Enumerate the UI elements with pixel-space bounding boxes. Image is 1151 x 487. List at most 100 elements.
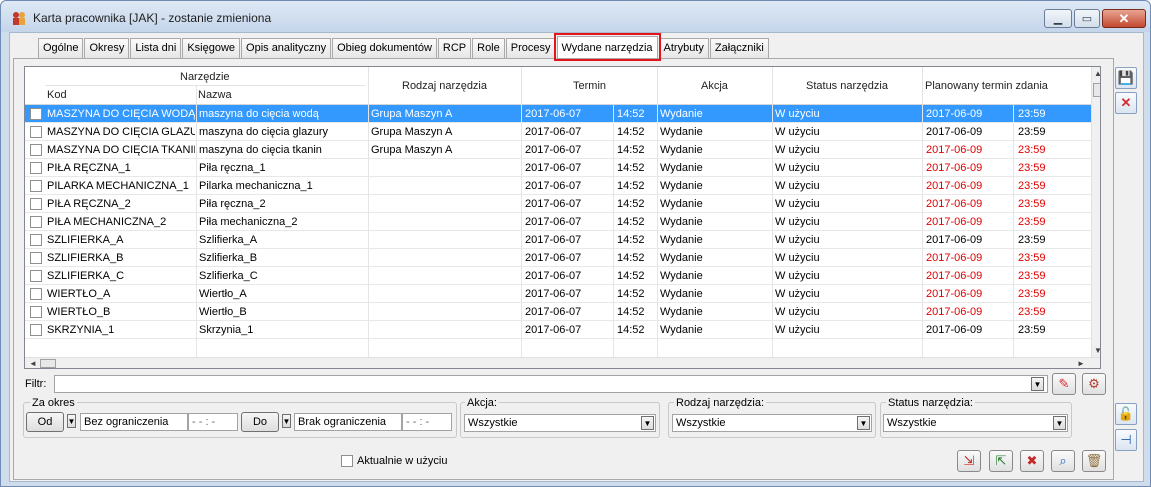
table-row[interactable]: PIŁA MECHANICZNA_2 Piła mechaniczna_2 2017… <box>25 213 1091 231</box>
action-select[interactable]: Wszystkie <box>464 414 656 432</box>
tab-lista-dni[interactable]: Lista dni <box>130 38 182 58</box>
column-header-kod[interactable]: Kod <box>47 89 67 101</box>
filter-settings-button[interactable]: ⚙ <box>1082 373 1106 395</box>
close-icon: ✕ <box>1118 10 1130 26</box>
horizontal-scrollbar[interactable]: ◄ ► <box>25 357 1100 368</box>
cell-akcja: Wydanie <box>660 306 703 318</box>
close-button[interactable]: ✕ <box>1102 9 1146 28</box>
table-row[interactable]: SZLIFIERKA_A Szlifierka_A 2017-06-07 14:52 W… <box>25 231 1091 249</box>
row-checkbox[interactable] <box>30 198 42 210</box>
row-checkbox[interactable] <box>30 216 42 228</box>
currently-in-use-checkbox[interactable] <box>341 455 353 467</box>
cell-nazwa: Szlifierka_A <box>199 234 258 246</box>
tab-załączniki[interactable]: Załączniki <box>709 38 769 58</box>
tab-role[interactable]: Role <box>472 38 505 58</box>
filter-input[interactable] <box>54 375 1048 393</box>
issue-tool-button[interactable]: ⇱ <box>989 450 1013 472</box>
row-checkbox[interactable] <box>30 234 42 246</box>
from-date-input[interactable]: Bez ograniczenia <box>80 413 188 431</box>
minimize-icon: ▁ <box>1053 13 1063 25</box>
table-row[interactable]: SZLIFIERKA_C Szlifierka_C 2017-06-07 14:52 W… <box>25 267 1091 285</box>
delete-entry-button[interactable]: ✖ <box>1020 450 1044 472</box>
maximize-button[interactable]: ▭ <box>1074 9 1100 28</box>
cancel-button[interactable]: ✕ <box>1115 92 1137 114</box>
scroll-left-icon[interactable]: ◄ <box>29 359 37 368</box>
to-time-input[interactable]: - - : - <box>402 413 452 431</box>
row-checkbox[interactable] <box>30 324 42 336</box>
cell-status: W użyciu <box>775 180 820 192</box>
preview-button[interactable]: ⌕ <box>1051 450 1075 472</box>
save-button[interactable]: 💾 <box>1115 67 1137 89</box>
scroll-up-icon[interactable]: ▲ <box>1094 69 1100 78</box>
table-row[interactable]: WIERTŁO_B Wiertło_B 2017-06-07 14:52 Wydanie… <box>25 303 1091 321</box>
row-checkbox[interactable] <box>30 288 42 300</box>
row-checkbox[interactable] <box>30 306 42 318</box>
tab-procesy[interactable]: Procesy <box>505 38 556 58</box>
cell-plan-godz: 23:59 <box>1018 324 1046 336</box>
tab-obieg-dokumentów[interactable]: Obieg dokumentów <box>332 38 437 58</box>
tab-ogólne[interactable]: Ogólne <box>38 38 84 58</box>
to-button[interactable]: Do <box>241 412 279 432</box>
tab-wydane-narzędzia[interactable]: Wydane narzędzia <box>553 33 661 61</box>
row-checkbox[interactable] <box>30 108 42 120</box>
tab-księgowe[interactable]: Księgowe <box>182 38 241 58</box>
title-bar[interactable]: Karta pracownika [JAK] - zostanie zmieni… <box>1 1 1150 32</box>
column-header-nazwa[interactable]: Nazwa <box>198 89 232 101</box>
to-mode-dropdown[interactable]: ▼ <box>282 414 291 428</box>
row-checkbox[interactable] <box>30 126 42 138</box>
tab-opis-analityczny[interactable]: Opis analityczny <box>241 38 332 58</box>
from-time-input[interactable]: - - : - <box>188 413 238 431</box>
from-button[interactable]: Od <box>26 412 64 432</box>
tool-status-select[interactable]: Wszystkie <box>883 414 1068 432</box>
trash-button[interactable]: 🗑 <box>1082 450 1106 472</box>
scroll-right-icon[interactable]: ► <box>1077 359 1085 368</box>
row-checkbox[interactable] <box>30 144 42 156</box>
row-checkbox[interactable] <box>30 252 42 264</box>
column-header-rodzaj[interactable]: Rodzaj narzędzia <box>402 80 487 92</box>
return-tool-button[interactable]: ⇲ <box>957 450 981 472</box>
cell-data: 2017-06-07 <box>525 180 582 192</box>
column-header-planowany[interactable]: Planowany termin zdania <box>925 80 1048 92</box>
table-row[interactable]: MASZYNA DO CIĘCIA GLAZURY maszyna do cięc… <box>25 123 1091 141</box>
table-row[interactable]: MASZYNA DO CIĘCIA WODĄ maszyna do cięcia … <box>25 105 1091 123</box>
row-checkbox[interactable] <box>30 270 42 282</box>
cell-godz: 14:52 <box>617 144 645 156</box>
horizontal-scroll-thumb[interactable] <box>40 359 56 368</box>
cell-plan-data: 2017-06-09 <box>926 324 983 336</box>
to-date-input[interactable]: Brak ograniczenia <box>294 413 402 431</box>
column-header-status[interactable]: Status narzędzia <box>806 80 888 92</box>
tool-type-select-dropdown[interactable]: ▼ <box>857 416 870 430</box>
tab-rcp[interactable]: RCP <box>437 38 472 58</box>
tool-type-select[interactable]: Wszystkie <box>672 414 872 432</box>
vertical-scrollbar[interactable]: ▲ ▼ <box>1091 67 1100 357</box>
tab-okresy[interactable]: Okresy <box>84 38 130 58</box>
lock-button[interactable]: 🔓 <box>1115 403 1137 425</box>
tool-status-select-dropdown[interactable]: ▼ <box>1053 416 1066 430</box>
table-row[interactable]: WIERTŁO_A Wiertło_A 2017-06-07 14:52 Wydanie… <box>25 285 1091 303</box>
column-header-termin[interactable]: Termin <box>573 80 606 92</box>
table-row[interactable]: MASZYNA DO CIĘCIA TKANIN maszyna do cięci… <box>25 141 1091 159</box>
clear-filter-button[interactable]: ✎ <box>1052 373 1076 395</box>
cell-kod: SZLIFIERKA_A <box>47 234 124 246</box>
cell-godz: 14:52 <box>617 324 645 336</box>
from-mode-dropdown[interactable]: ▼ <box>67 414 76 428</box>
table-row[interactable]: PIŁA RĘCZNA_2 Piła ręczna_2 2017-06-07 14:5… <box>25 195 1091 213</box>
cell-plan-data: 2017-06-09 <box>926 162 983 174</box>
table-row[interactable]: SKRZYNIA_1 Skrzynia_1 2017-06-07 14:52 Wydan… <box>25 321 1091 339</box>
vertical-scroll-thumb[interactable] <box>1093 83 1100 97</box>
table-row[interactable]: PILARKA MECHANICZNA_1 Pilarka mechaniczna… <box>25 177 1091 195</box>
minimize-button[interactable]: ▁ <box>1044 9 1072 28</box>
row-checkbox[interactable] <box>30 162 42 174</box>
cell-data: 2017-06-07 <box>525 270 582 282</box>
action-select-dropdown[interactable]: ▼ <box>641 416 654 430</box>
pin-button[interactable]: ⊣ <box>1115 429 1137 451</box>
table-row[interactable]: PIŁA RĘCZNA_1 Piła ręczna_1 2017-06-07 14:5… <box>25 159 1091 177</box>
chevron-down-icon: ▼ <box>282 416 291 426</box>
table-row[interactable]: SZLIFIERKA_B Szlifierka_B 2017-06-07 14:52 W… <box>25 249 1091 267</box>
tab-atrybuty[interactable]: Atrybuty <box>658 38 709 58</box>
scroll-down-icon[interactable]: ▼ <box>1094 346 1100 355</box>
column-header-akcja[interactable]: Akcja <box>701 80 728 92</box>
row-checkbox[interactable] <box>30 180 42 192</box>
filter-history-dropdown[interactable]: ▼ <box>1031 377 1044 391</box>
chevron-down-icon: ▼ <box>1033 379 1042 389</box>
